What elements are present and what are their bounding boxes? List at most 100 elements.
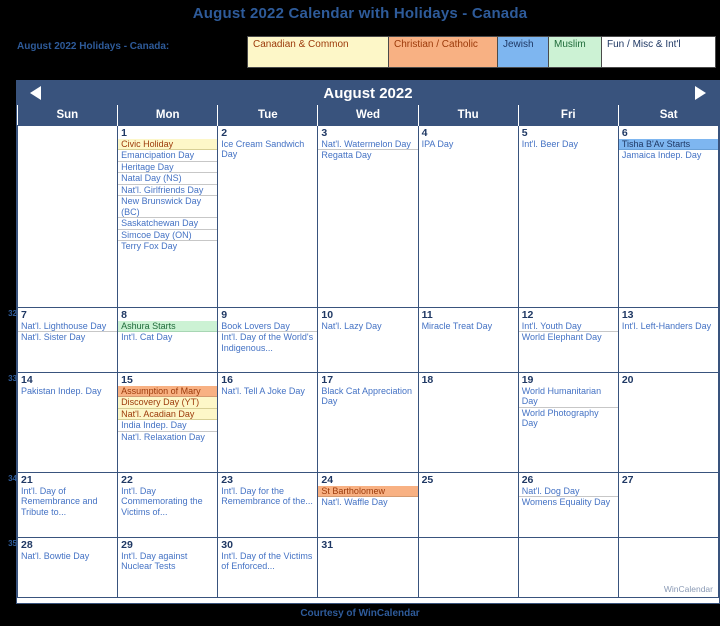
calendar-day-cell[interactable]: 20: [617, 371, 720, 473]
calendar-day-cell[interactable]: 8 Ashura Starts Int'l. Cat Day: [117, 306, 219, 373]
legend-item-canadian: Canadian & Common: [247, 36, 389, 68]
day-number: 27: [621, 473, 634, 486]
holiday-entry[interactable]: Nat'l. Dog Day: [518, 486, 618, 497]
holiday-entry[interactable]: Nat'l. Relaxation Day: [118, 432, 217, 443]
event-list: Nat'l. Lazy Day: [318, 321, 417, 332]
holiday-entry[interactable]: Natal Day (NS): [118, 173, 218, 185]
holiday-entry[interactable]: Int'l. Day against Nuclear Tests: [118, 551, 217, 572]
holiday-entry[interactable]: India Indep. Day: [118, 420, 218, 432]
holiday-entry[interactable]: Book Lovers Day: [218, 321, 318, 332]
calendar-day-cell[interactable]: 5 Int'l. Beer Day: [517, 124, 619, 308]
calendar-day-cell[interactable]: 32 7 Nat'l. Lighthouse Day Nat'l. Sister Da…: [8, 306, 119, 373]
day-number: 31: [321, 538, 334, 551]
holiday-entry[interactable]: Simcoe Day (ON): [118, 230, 218, 241]
holiday-entry[interactable]: Terry Fox Day: [118, 241, 217, 252]
calendar-day-cell[interactable]: 19 World Humanitarian Day World Photograph…: [517, 371, 619, 473]
calendar-day-cell[interactable]: 29 Int'l. Day against Nuclear Tests: [117, 536, 219, 598]
calendar-day-cell[interactable]: 13 Int'l. Left-Handers Day: [617, 306, 720, 373]
holiday-entry[interactable]: Int'l. Day for the Remembrance of the...: [218, 486, 317, 507]
event-list: Black Cat Appreciation Day: [318, 386, 417, 407]
holiday-entry[interactable]: World Elephant Day: [519, 332, 618, 343]
calendar-day-cell[interactable]: 1 Civic Holiday Emancipation Day Heritage D…: [117, 124, 219, 308]
calendar-day-cell[interactable]: 11 Miracle Treat Day: [417, 306, 519, 373]
holiday-entry[interactable]: Civic Holiday: [118, 138, 218, 150]
holiday-entry[interactable]: St Bartholomew: [318, 485, 418, 497]
holiday-entry[interactable]: Int'l. Cat Day: [118, 332, 217, 343]
calendar-day-cell[interactable]: 6 Tisha B'Av Starts Jamaica Indep. Day: [617, 124, 720, 308]
holiday-entry[interactable]: Ashura Starts: [118, 320, 218, 332]
event-list: Tisha B'Av Starts Jamaica Indep. Day: [618, 138, 718, 161]
calendar-page: August 2022 Calendar with Holidays - Can…: [0, 0, 720, 626]
holiday-entry[interactable]: New Brunswick Day (BC): [118, 196, 218, 218]
legend-item-christian: Christian / Catholic: [388, 36, 498, 68]
prev-month-icon[interactable]: [30, 86, 41, 100]
holiday-entry[interactable]: IPA Day: [419, 139, 518, 150]
calendar-day-cell[interactable]: 25: [417, 471, 519, 538]
calendar-day-cell[interactable]: 30 Int'l. Day of the Victims of Enforced.…: [217, 536, 319, 598]
holiday-entry[interactable]: Pakistan Indep. Day: [18, 386, 117, 397]
holiday-entry[interactable]: Int'l. Day of Remembrance and Tribute to…: [18, 486, 117, 518]
holiday-entry[interactable]: Regatta Day: [318, 150, 417, 161]
holiday-entry[interactable]: Nat'l. Girlfriends Day: [118, 185, 218, 196]
holiday-entry[interactable]: Int'l. Youth Day: [518, 321, 618, 332]
holiday-entry[interactable]: Int'l. Beer Day: [519, 139, 618, 150]
calendar-day-cell[interactable]: 9 Book Lovers Day Int'l. Day of the World'…: [217, 306, 319, 373]
holiday-entry[interactable]: Nat'l. Watermelon Day: [318, 139, 418, 150]
legend-item-label: Christian / Catholic: [394, 39, 478, 50]
holiday-entry[interactable]: Nat'l. Sister Day: [18, 332, 117, 343]
event-list: Int'l. Day of Remembrance and Tribute to…: [18, 486, 117, 518]
calendar-day-cell[interactable]: 2 Ice Cream Sandwich Day: [217, 124, 319, 308]
holiday-entry[interactable]: World Photography Day: [519, 408, 618, 429]
holiday-entry[interactable]: World Humanitarian Day: [518, 386, 618, 408]
calendar-day-cell[interactable]: 35 28 Nat'l. Bowtie Day: [8, 536, 119, 598]
holiday-entry[interactable]: Ice Cream Sandwich Day: [218, 139, 317, 160]
calendar-day-cell[interactable]: 3 Nat'l. Watermelon Day Regatta Day: [317, 124, 419, 308]
holiday-entry[interactable]: Nat'l. Tell A Joke Day: [218, 386, 317, 397]
event-list: Ashura Starts Int'l. Cat Day: [118, 320, 218, 343]
holiday-entry[interactable]: Int'l. Day of the Victims of Enforced...: [218, 551, 317, 572]
calendar-day-cell[interactable]: 23 Int'l. Day for the Remembrance of the.…: [217, 471, 319, 538]
holiday-entry[interactable]: Discovery Day (YT): [118, 397, 218, 409]
calendar-day-cell[interactable]: 18: [417, 371, 519, 473]
calendar-week-row: 1 Civic Holiday Emancipation Day Heritage D…: [16, 124, 720, 308]
event-list: Nat'l. Bowtie Day: [18, 551, 117, 562]
holiday-entry[interactable]: Nat'l. Lighthouse Day: [18, 321, 118, 332]
event-list: Int'l. Youth Day World Elephant Day: [518, 321, 618, 343]
calendar-day-cell[interactable]: 26 Nat'l. Dog Day Womens Equality Day: [517, 471, 619, 538]
legend-item-fun: Fun / Misc & Int'l: [601, 36, 716, 68]
day-number: 7: [21, 308, 27, 321]
calendar-day-cell[interactable]: 34 21 Int'l. Day of Remembrance and Tribut…: [8, 471, 119, 538]
holiday-entry[interactable]: Int'l. Day Commemorating the Victims of.…: [118, 486, 217, 518]
holiday-entry[interactable]: Int'l. Left-Handers Day: [619, 321, 718, 332]
holiday-entry[interactable]: Miracle Treat Day: [419, 321, 518, 332]
holiday-entry[interactable]: Tisha B'Av Starts: [618, 138, 718, 150]
holiday-entry[interactable]: Nat'l. Lazy Day: [318, 321, 417, 332]
holiday-entry[interactable]: Nat'l. Waffle Day: [318, 497, 417, 508]
holiday-entry[interactable]: Black Cat Appreciation Day: [318, 386, 417, 407]
holiday-entry[interactable]: Heritage Day: [118, 162, 218, 173]
holiday-entry[interactable]: Int'l. Day of the World's Indigenous...: [218, 332, 317, 353]
holiday-entry[interactable]: Saskatchewan Day: [118, 218, 218, 230]
calendar-day-cell[interactable]: 10 Nat'l. Lazy Day: [317, 306, 419, 373]
calendar-day-cell[interactable]: 31: [317, 536, 419, 598]
calendar-day-cell[interactable]: 4 IPA Day: [417, 124, 519, 308]
calendar-day-cell[interactable]: 24 St Bartholomew Nat'l. Waffle Day: [317, 471, 419, 538]
calendar-day-cell[interactable]: 27: [617, 471, 720, 538]
calendar-day-cell[interactable]: 16 Nat'l. Tell A Joke Day: [217, 371, 319, 473]
calendar-day-cell[interactable]: 12 Int'l. Youth Day World Elephant Day: [517, 306, 619, 373]
holiday-entry[interactable]: Nat'l. Acadian Day: [118, 408, 218, 420]
holiday-entry[interactable]: Nat'l. Bowtie Day: [18, 551, 117, 562]
legend-item-muslim: Muslim: [548, 36, 602, 68]
holiday-entry[interactable]: Assumption of Mary: [118, 385, 218, 397]
calendar-day-cell[interactable]: 33 14 Pakistan Indep. Day: [8, 371, 119, 473]
event-list: Book Lovers Day Int'l. Day of the World's…: [218, 321, 318, 354]
day-number: 24: [321, 473, 334, 486]
calendar-day-cell[interactable]: 15 Assumption of Mary Discovery Day (YT) Na…: [117, 371, 219, 473]
holiday-entry[interactable]: Emancipation Day: [118, 150, 218, 162]
next-month-icon[interactable]: [695, 86, 706, 100]
week-number: 35: [8, 538, 17, 548]
holiday-entry[interactable]: Jamaica Indep. Day: [619, 150, 718, 161]
calendar-day-cell[interactable]: 22 Int'l. Day Commemorating the Victims o…: [117, 471, 219, 538]
holiday-entry[interactable]: Womens Equality Day: [519, 497, 618, 508]
calendar-day-cell[interactable]: 17 Black Cat Appreciation Day: [317, 371, 419, 473]
